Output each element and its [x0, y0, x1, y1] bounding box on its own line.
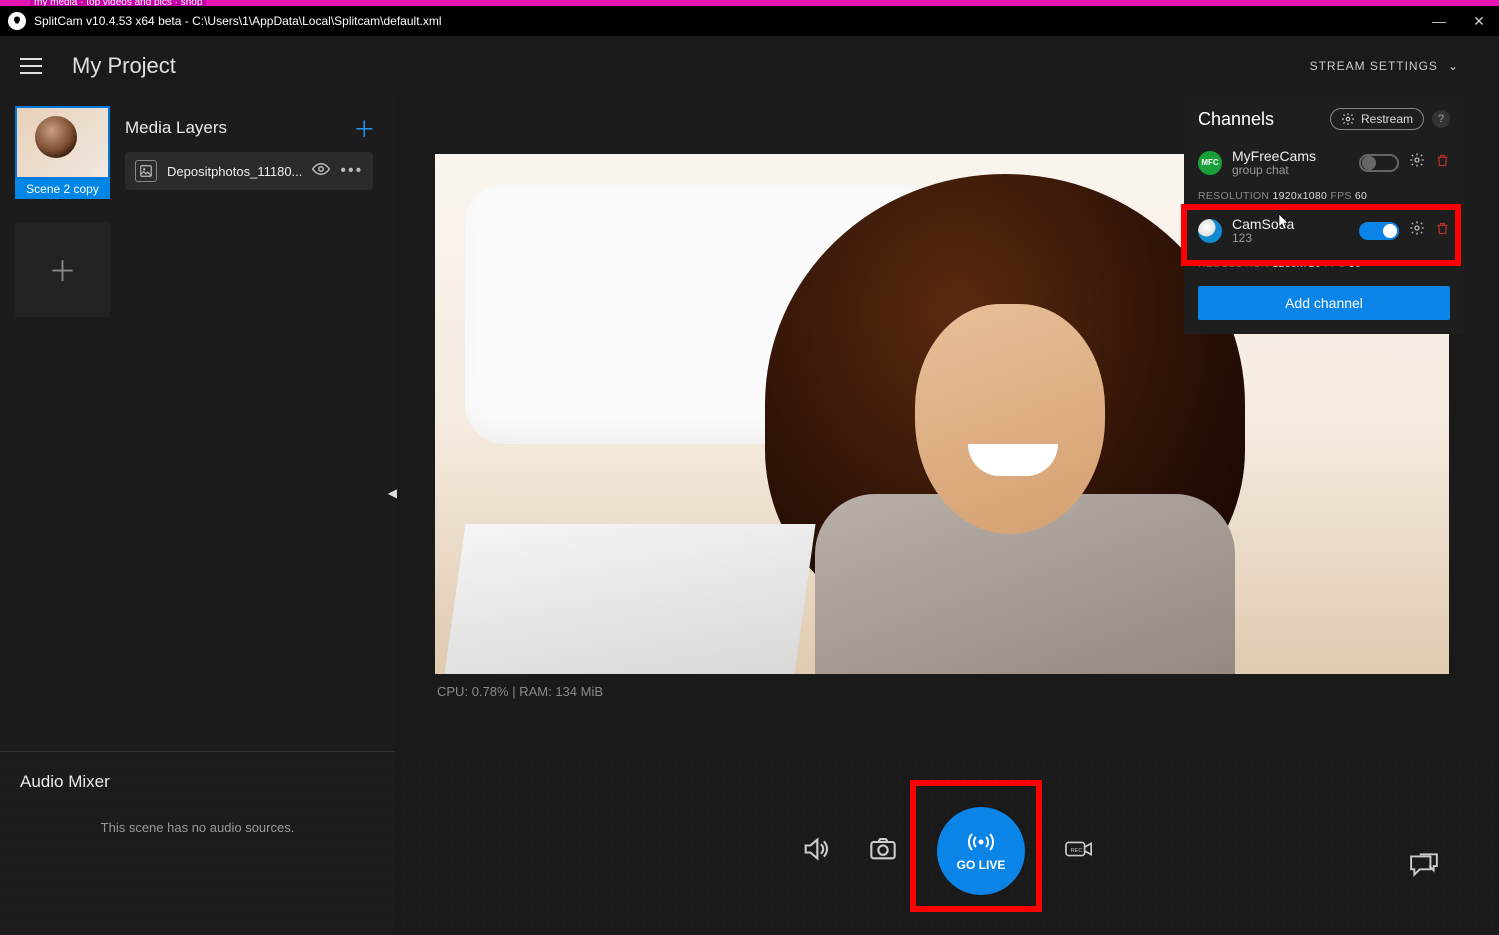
title-bar: SplitCam v10.4.53 x64 beta - C:\Users\1\…	[0, 6, 1499, 36]
resolution-value: 1920x1080	[1272, 190, 1327, 202]
resolution-value: 1280x720	[1272, 258, 1321, 270]
sidebar: Scene 2 copy Media Layers ＋ Depositphoto…	[0, 96, 395, 935]
menu-icon[interactable]	[20, 58, 42, 74]
plus-icon: ＋	[48, 250, 76, 290]
channel-settings-icon[interactable]	[1409, 220, 1425, 241]
fps-value: 30	[1349, 258, 1361, 270]
resolution-label: RESOLUTION	[1198, 258, 1269, 270]
restream-label: Restream	[1361, 112, 1413, 126]
gear-icon	[1341, 112, 1355, 126]
stream-settings-label: STREAM SETTINGS	[1310, 59, 1438, 73]
svg-text:REC: REC	[1071, 847, 1083, 853]
chevron-down-icon: ⌄	[1448, 59, 1459, 73]
camera-icon[interactable]	[869, 835, 897, 868]
help-icon[interactable]: ?	[1432, 110, 1450, 128]
add-channel-button[interactable]: Add channel	[1198, 286, 1450, 320]
visibility-icon[interactable]	[312, 162, 330, 181]
channel-toggle[interactable]	[1359, 222, 1399, 240]
channel-settings-icon[interactable]	[1409, 152, 1425, 173]
chat-icon[interactable]	[1409, 852, 1439, 883]
channel-name: CamSoda	[1232, 216, 1349, 232]
ram-value: 134 MiB	[555, 684, 603, 699]
project-title: My Project	[72, 53, 1310, 79]
stats-row: CPU: 0.78% | RAM: 134 MiB	[395, 684, 1499, 707]
fps-value: 60	[1355, 190, 1367, 202]
resolution-label: RESOLUTION	[1198, 190, 1269, 202]
go-live-button[interactable]: GO LIVE	[937, 807, 1025, 895]
cpu-value: 0.78%	[472, 684, 509, 699]
channel-resolution-row: RESOLUTION 1920x1080 FPS 60	[1184, 186, 1464, 208]
audio-mixer-empty-text: This scene has no audio sources.	[20, 820, 375, 835]
layer-name: Depositphotos_11180...	[167, 164, 302, 179]
app-header: My Project STREAM SETTINGS ⌄	[0, 36, 1499, 96]
add-scene-button[interactable]: ＋	[15, 222, 110, 317]
audio-mixer-title: Audio Mixer	[20, 772, 375, 792]
add-layer-button[interactable]: ＋	[353, 112, 375, 144]
cpu-label: CPU:	[437, 684, 468, 699]
main-content: CPU: 0.78% | RAM: 134 MiB GO LIVE	[395, 96, 1499, 935]
ram-label: RAM:	[519, 684, 552, 699]
channel-row-myfreecams: MFC MyFreeCams group chat	[1184, 140, 1464, 186]
scene-thumbnail-label: Scene 2 copy	[15, 179, 110, 199]
stream-settings-button[interactable]: STREAM SETTINGS ⌄	[1310, 59, 1459, 73]
layer-more-icon[interactable]: •••	[340, 162, 363, 180]
channel-delete-icon[interactable]	[1435, 221, 1450, 240]
camsoda-logo-icon	[1198, 219, 1222, 243]
app-logo-icon	[8, 12, 26, 30]
channels-panel: Channels Restream ? MFC MyFreeCams group…	[1184, 96, 1464, 334]
scene-thumbnail[interactable]: Scene 2 copy	[15, 106, 110, 199]
broadcast-icon	[966, 831, 996, 853]
window-title: SplitCam v10.4.53 x64 beta - C:\Users\1\…	[34, 14, 442, 28]
bottom-controls: GO LIVE REC	[395, 807, 1499, 895]
channel-row-camsoda: CamSoda 123	[1184, 208, 1464, 254]
channel-name: MyFreeCams	[1232, 148, 1349, 164]
fps-label: FPS	[1330, 190, 1351, 202]
fps-label: FPS	[1324, 258, 1345, 270]
scene-thumbnail-image	[15, 106, 110, 179]
go-live-label: GO LIVE	[957, 858, 1006, 872]
speaker-icon[interactable]	[801, 835, 829, 868]
myfreecams-logo-icon: MFC	[1198, 151, 1222, 175]
close-button[interactable]: ✕	[1459, 6, 1499, 36]
channel-toggle[interactable]	[1359, 154, 1399, 172]
channels-title: Channels	[1198, 109, 1330, 130]
channel-delete-icon[interactable]	[1435, 153, 1450, 172]
media-layer-row[interactable]: Depositphotos_11180... •••	[125, 152, 373, 190]
restream-button[interactable]: Restream	[1330, 108, 1424, 130]
channel-subtext: 123	[1232, 232, 1349, 246]
media-layers-title: Media Layers	[125, 118, 227, 138]
minimize-button[interactable]: —	[1419, 6, 1459, 36]
image-icon	[135, 160, 157, 182]
channel-resolution-row: RESOLUTION 1280x720 FPS 30	[1184, 254, 1464, 276]
audio-mixer-panel: Audio Mixer This scene has no audio sour…	[0, 752, 395, 935]
channel-subtext: group chat	[1232, 164, 1349, 178]
record-icon[interactable]: REC	[1065, 835, 1093, 868]
